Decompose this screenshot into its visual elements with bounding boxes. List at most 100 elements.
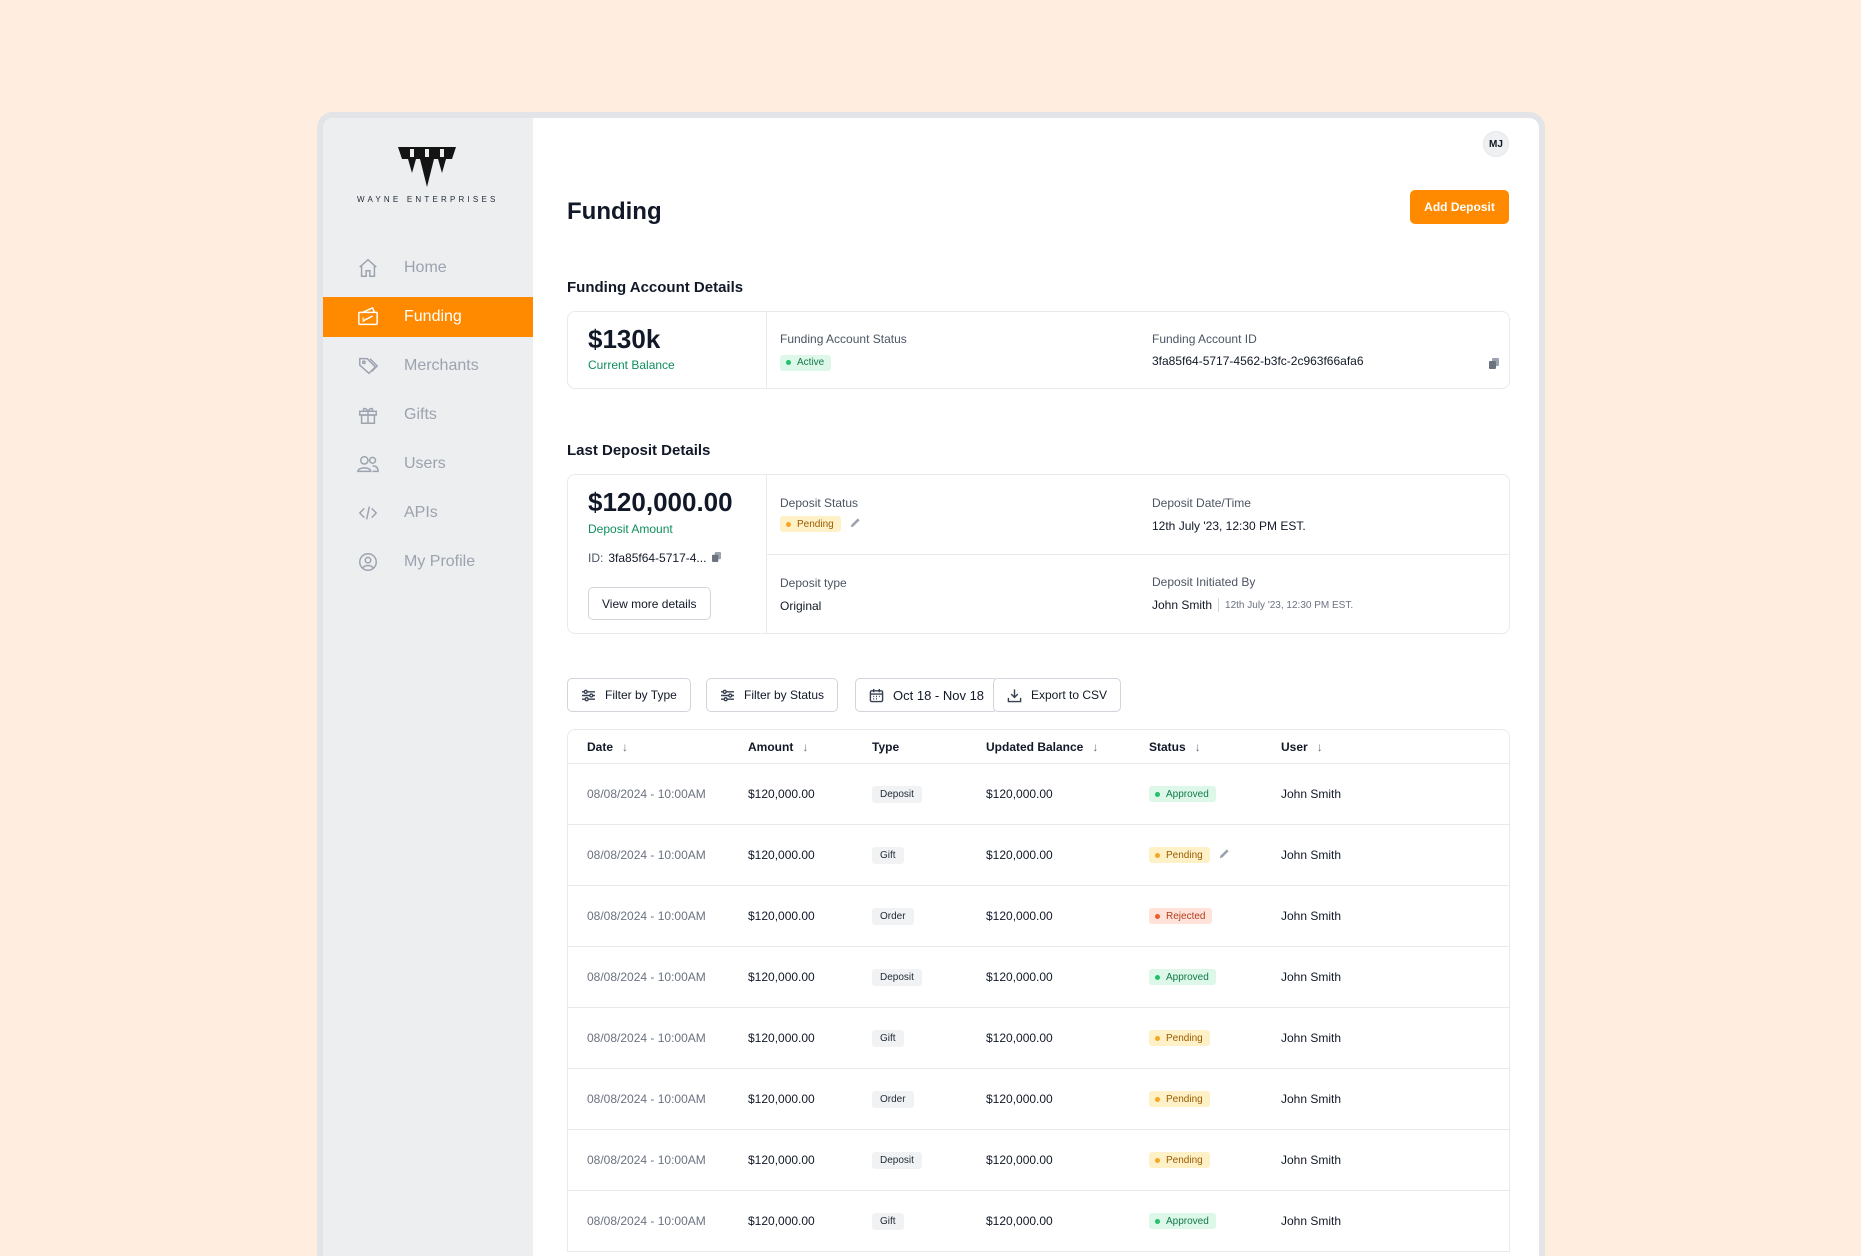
table-row[interactable]: 08/08/2024 - 10:00AM $120,000.00 Gift $120,… — [568, 1008, 1509, 1069]
wayne-logo-icon — [398, 147, 456, 187]
sidebar-item-my-profile[interactable]: My Profile — [323, 542, 533, 582]
copy-icon[interactable] — [712, 551, 722, 565]
status-dot — [1155, 1157, 1160, 1163]
table-row[interactable]: 08/08/2024 - 10:00AM $120,000.00 Deposit $1… — [568, 1130, 1509, 1191]
filter-by-status-button[interactable]: Filter by Status — [706, 678, 839, 712]
table-row[interactable]: 08/08/2024 - 10:00AM $120,000.00 Deposit $1… — [568, 947, 1509, 1008]
status-text: Pending — [1166, 1032, 1203, 1044]
cell-updated-balance: $120,000.00 — [986, 1031, 1053, 1045]
type-tag: Deposit — [872, 968, 922, 986]
cell-status: Approved — [1149, 969, 1281, 985]
sidebar-item-merchants[interactable]: Merchants — [323, 346, 533, 386]
sidebar-item-label: Home — [404, 259, 447, 276]
date-range-button[interactable]: Oct 18 - Nov 18 — [855, 678, 999, 712]
cell-status: Pending — [1149, 847, 1281, 863]
deposit-datetime-value: 12th July '23, 12:30 PM EST. — [1152, 519, 1306, 533]
table-row[interactable]: 08/08/2024 - 10:00AM $120,000.00 Order $120… — [568, 1069, 1509, 1130]
status-dot — [1155, 791, 1160, 797]
sidebar-item-apis[interactable]: APIs — [323, 493, 533, 533]
cell-user: John Smith — [1281, 1031, 1342, 1045]
cell-amount: $120,000.00 — [748, 848, 815, 862]
sliders-icon — [582, 689, 595, 701]
deposit-type-value: Original — [780, 599, 822, 613]
type-tag: Deposit — [872, 1151, 922, 1169]
cell-updated-balance: $120,000.00 — [986, 848, 1053, 862]
edit-pencil-icon[interactable] — [1219, 848, 1230, 862]
header-label: Status — [1149, 739, 1186, 754]
last-deposit-card: $120,000.00 Deposit Amount ID: 3fa85f64-… — [567, 474, 1510, 634]
column-header-updated-balance[interactable]: Updated Balance ↓ — [986, 740, 1149, 754]
sidebar-item-label: Merchants — [404, 357, 479, 374]
deposit-id: ID: 3fa85f64-5717-4... — [588, 551, 722, 565]
deposit-status-label: Deposit Status — [780, 496, 859, 510]
sidebar-item-users[interactable]: Users — [323, 444, 533, 484]
initiated-by-user: John Smith — [1152, 598, 1220, 612]
header-label: Updated Balance — [986, 739, 1084, 754]
copy-icon[interactable] — [1489, 356, 1499, 374]
type-tag: Order — [872, 1090, 914, 1108]
sort-arrow-icon: ↓ — [1316, 739, 1323, 754]
table-row[interactable]: 08/08/2024 - 10:00AM $120,000.00 Deposit $1… — [568, 764, 1509, 825]
table-row[interactable]: 08/08/2024 - 10:00AM $120,000.00 Order $120… — [568, 886, 1509, 947]
account-id-value: 3fa85f64-5717-4562-b3fc-2c963f66afa6 — [1152, 354, 1364, 368]
view-more-details-button[interactable]: View more details — [588, 587, 711, 620]
sidebar-item-gifts[interactable]: Gifts — [323, 395, 533, 435]
cell-date: 08/08/2024 - 10:00AM — [587, 1031, 706, 1045]
table-row[interactable]: 08/08/2024 - 10:00AM $120,000.00 Gift $120,… — [568, 825, 1509, 886]
cell-date: 08/08/2024 - 10:00AM — [587, 970, 706, 984]
status-text: Rejected — [1166, 910, 1206, 922]
cell-amount: $120,000.00 — [748, 1214, 815, 1228]
cell-amount: $120,000.00 — [748, 787, 815, 801]
sort-arrow-icon: ↓ — [1194, 739, 1201, 754]
table-row[interactable]: 08/08/2024 - 10:00AM $120,000.00 Gift $120,… — [568, 1191, 1509, 1252]
edit-pencil-icon[interactable] — [850, 515, 861, 533]
column-header-amount[interactable]: Amount ↓ — [748, 740, 872, 754]
status-text: Approved — [1166, 971, 1209, 983]
table-body: 08/08/2024 - 10:00AM $120,000.00 Deposit $1… — [568, 764, 1509, 1252]
button-label: Oct 18 - Nov 18 — [893, 687, 985, 703]
initiated-at: 12th July '23, 12:30 PM EST. — [1225, 599, 1354, 611]
cell-date: 08/08/2024 - 10:00AM — [587, 787, 706, 801]
cell-user: John Smith — [1281, 909, 1342, 923]
column-header-user[interactable]: User ↓ — [1281, 740, 1431, 754]
status-text: Approved — [1166, 788, 1209, 800]
cell-updated-balance: $120,000.00 — [986, 1153, 1053, 1167]
status-dot — [1155, 1035, 1160, 1041]
button-label: Export to CSV — [1031, 688, 1108, 702]
current-balance: $130k — [588, 324, 661, 354]
cell-updated-balance: $120,000.00 — [986, 1092, 1053, 1106]
current-balance-label: Current Balance — [588, 358, 675, 372]
cell-user: John Smith — [1281, 1153, 1342, 1167]
status-text: Pending — [797, 518, 834, 530]
cell-type: Gift — [872, 1212, 986, 1230]
filter-by-type-button[interactable]: Filter by Type — [567, 678, 691, 712]
column-header-date[interactable]: Date ↓ — [568, 740, 748, 754]
sidebar-item-label: Gifts — [404, 406, 437, 423]
calendar-icon — [869, 688, 884, 702]
sidebar-item-home[interactable]: Home — [323, 248, 533, 288]
main-content: MJ Funding Add Deposit Funding Account D… — [533, 118, 1539, 1256]
sidebar-item-label: My Profile — [404, 553, 476, 570]
cell-status: Approved — [1149, 1213, 1281, 1229]
column-header-status[interactable]: Status ↓ — [1149, 740, 1281, 754]
status-text: Pending — [1166, 849, 1203, 861]
avatar[interactable]: MJ — [1483, 131, 1509, 157]
users-icon — [356, 452, 380, 476]
sidebar-item-label: Funding — [404, 308, 462, 325]
deposit-amount-label: Deposit Amount — [588, 522, 673, 536]
status-badge: Rejected — [1149, 908, 1213, 924]
sidebar-item-funding[interactable]: $ Funding — [323, 297, 533, 337]
deposit-type-label: Deposit type — [780, 576, 847, 590]
sidebar: WAYNE ENTERPRISES Home $ Funding Merchan… — [323, 118, 533, 1256]
profile-icon — [356, 550, 380, 574]
deposit-id-value: 3fa85f64-5717-4... — [608, 551, 707, 565]
account-id-label: Funding Account ID — [1152, 332, 1257, 346]
status-text: Active — [797, 357, 825, 368]
sliders-icon — [721, 689, 734, 701]
add-deposit-button[interactable]: Add Deposit — [1410, 190, 1509, 224]
account-status-label: Funding Account Status — [780, 332, 907, 346]
logo[interactable]: WAYNE ENTERPRISES — [357, 147, 497, 217]
status-text: Pending — [1166, 1154, 1203, 1166]
export-csv-button[interactable]: Export to CSV — [993, 678, 1122, 712]
header-label: User — [1281, 739, 1308, 754]
